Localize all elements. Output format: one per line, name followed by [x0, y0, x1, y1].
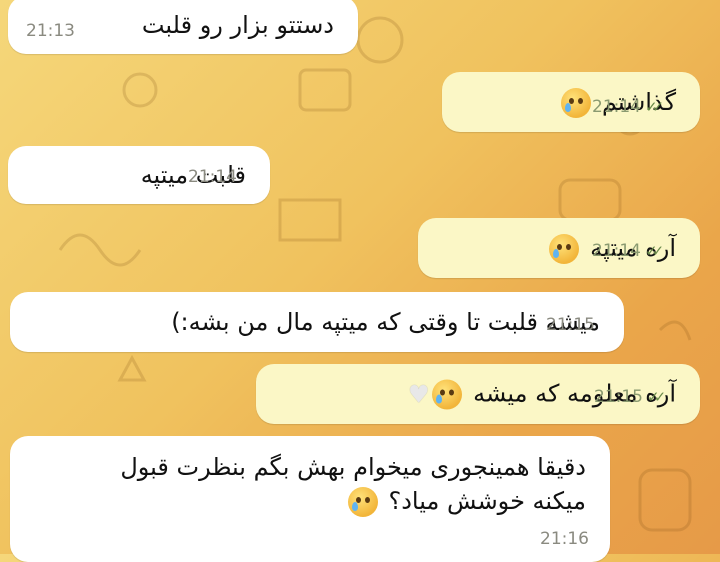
message-bubble-incoming[interactable]: میشه قلبت تا وقتی که میتپه مال من بشه:) … — [10, 292, 624, 352]
double-check-icon: ✓✓ — [647, 388, 666, 406]
message-bubble-outgoing[interactable]: آره معلومه که میشه ♥ 21:15 ✓✓ — [256, 364, 700, 424]
message-text-line: میکنه خوشش میاد؟ — [388, 487, 587, 515]
crying-face-emoji — [347, 487, 378, 517]
crying-face-emoji — [432, 379, 463, 410]
message-bubble-outgoing[interactable]: آره میتپه 21:14 ✓✓ — [418, 218, 700, 278]
smiling-face-with-tear-emoji — [561, 88, 592, 118]
message-time: 21:14 ✓✓ — [592, 234, 664, 268]
message-time: 21:14 ✓✓ — [592, 90, 664, 124]
message-time-value: 21:14 — [592, 241, 641, 261]
crying-face-emoji — [549, 234, 580, 264]
white-heart-emoji: ♥ — [407, 380, 430, 409]
message-time: 21:14 — [188, 167, 237, 187]
message-time: 21:15 ✓✓ — [594, 380, 666, 414]
message-time: 21:13 — [26, 21, 75, 41]
message-text-line-wrap: میکنه خوشش میاد؟ — [120, 484, 586, 518]
message-time-value: 21:15 — [594, 387, 643, 407]
message-text-line: دقیقا همینجوری میخوام بهش بگم بنظرت قبول — [120, 453, 586, 481]
message-bubble-incoming[interactable]: قلبت میتپه 21:14 — [8, 146, 270, 204]
double-check-icon: ✓✓ — [645, 98, 664, 116]
message-bubble-outgoing[interactable]: گذاشتم 21:14 ✓✓ — [442, 72, 700, 132]
message-time-value: 21:14 — [592, 97, 641, 117]
message-text: میشه قلبت تا وقتی که میتپه مال من بشه:) — [171, 308, 600, 336]
chat-area: دستتو بزار رو قلبت 21:13 گذاشتم 21:14 ✓✓ … — [0, 0, 720, 562]
message-bubble-incoming[interactable]: دقیقا همینجوری میخوام بهش بگم بنظرت قبول… — [10, 436, 610, 562]
message-bubble-incoming[interactable]: دستتو بزار رو قلبت 21:13 — [8, 0, 358, 54]
double-check-icon: ✓✓ — [645, 242, 664, 260]
message-time: 21:16 — [540, 529, 589, 549]
message-text: دستتو بزار رو قلبت — [141, 11, 334, 39]
message-time: 21:15 — [546, 315, 595, 335]
message-content: دقیقا همینجوری میخوام بهش بگم بنظرت قبول… — [120, 450, 586, 518]
